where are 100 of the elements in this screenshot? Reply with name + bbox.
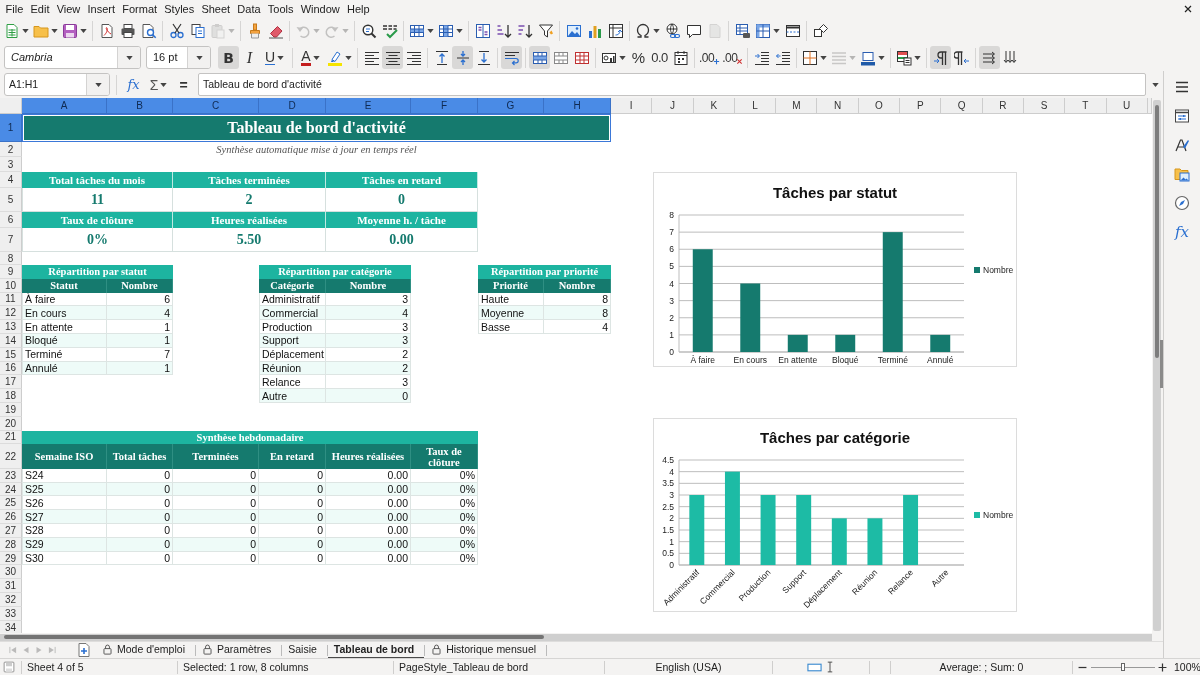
column-header[interactable]: B	[107, 98, 173, 114]
column-header[interactable]: F	[411, 98, 478, 114]
row-header[interactable]: 31	[0, 579, 22, 594]
column-header[interactable]: N	[817, 98, 859, 114]
zoom-in-button[interactable]	[1158, 661, 1168, 673]
merge-center-button[interactable]	[529, 46, 550, 69]
vertical-scrollbar[interactable]	[1153, 100, 1161, 631]
row-header[interactable]: 9	[0, 265, 22, 279]
row-header[interactable]: 7	[0, 228, 22, 252]
pilcrow-arrow-icon	[932, 49, 949, 66]
row-header[interactable]: 32	[0, 593, 22, 607]
menu-item[interactable]: Styles	[160, 0, 198, 17]
formula-button[interactable]: =	[173, 73, 194, 96]
sheet-tab[interactable]: Tableau de bord	[327, 641, 425, 659]
row-header[interactable]: 30	[0, 565, 22, 580]
table-cell: S27	[22, 510, 107, 525]
sheet-tab[interactable]: Saisie	[282, 641, 327, 659]
column-header[interactable]: P	[900, 98, 942, 114]
column-header[interactable]: R	[982, 98, 1024, 114]
column-header[interactable]: L	[734, 98, 777, 114]
dropdown-button[interactable]	[86, 74, 109, 95]
column-header[interactable]: A	[22, 98, 107, 114]
delete-decimal-button[interactable]: .00	[721, 46, 745, 69]
menu-item[interactable]: Sheet	[197, 0, 234, 17]
menu-item[interactable]: Edit	[26, 0, 54, 17]
menu-item[interactable]: Help	[343, 0, 374, 17]
row-header[interactable]: 2	[0, 142, 22, 157]
table-cell: 0	[107, 524, 173, 538]
row-header[interactable]: 12	[0, 306, 22, 321]
splitter-handle[interactable]	[1160, 340, 1163, 388]
sheet-tab[interactable]: Mode d'emploi	[96, 641, 195, 659]
column-header[interactable]: U	[1106, 98, 1148, 114]
row-header[interactable]: 27	[0, 524, 22, 538]
wrap-text-button[interactable]	[501, 46, 522, 69]
underline-button[interactable]: U	[260, 46, 289, 69]
column-header[interactable]: I	[611, 98, 653, 114]
kpi-label: Tâches terminées	[173, 172, 326, 188]
column-header[interactable]: M	[776, 98, 818, 114]
text-direction-button[interactable]	[979, 46, 1001, 69]
column-header[interactable]: S	[1023, 98, 1066, 114]
menu-item[interactable]: Tools	[264, 0, 298, 17]
column-header[interactable]: T	[1065, 98, 1107, 114]
menu-item[interactable]: File	[2, 0, 27, 17]
align-center-button[interactable]	[382, 46, 403, 69]
name-box[interactable]: A1:H1	[4, 73, 110, 96]
padlock-icon	[431, 643, 443, 655]
column-header[interactable]: O	[858, 98, 901, 114]
dropdown-button[interactable]	[187, 47, 210, 68]
add-sheet-button[interactable]	[76, 642, 92, 658]
left-to-right-button[interactable]	[930, 46, 952, 69]
row-header[interactable]: 26	[0, 510, 22, 525]
caret-icon	[849, 55, 857, 60]
column-header[interactable]: K	[693, 98, 735, 114]
sheet-tab[interactable]: Historique mensuel	[425, 641, 547, 659]
column-heading: Semaine ISO	[22, 444, 107, 469]
row-header[interactable]: 4	[0, 172, 22, 188]
functions-button[interactable]: fx	[1169, 217, 1195, 246]
column-header[interactable]: Q	[941, 98, 983, 114]
dropdown-button[interactable]	[117, 47, 140, 68]
zoom-slider-thumb[interactable]	[1121, 663, 1125, 671]
axis-label: 1	[669, 536, 674, 547]
row-header[interactable]: 25	[0, 496, 22, 511]
column-header[interactable]: C	[173, 98, 259, 114]
sum-button[interactable]: Σ	[144, 73, 173, 96]
menu-item[interactable]: View	[53, 0, 84, 17]
row-header[interactable]: 3	[0, 157, 22, 172]
bold-button[interactable]: B	[218, 46, 239, 69]
column-header[interactable]: E	[326, 98, 411, 114]
row-header[interactable]: 5	[0, 188, 22, 212]
percent-format-button[interactable]: %	[628, 46, 649, 69]
row-header[interactable]: 6	[0, 212, 22, 228]
menu-item[interactable]: Format	[118, 0, 161, 17]
font-size-field[interactable]: 16 pt	[146, 46, 211, 69]
column-header[interactable]: J	[652, 98, 694, 114]
row-header[interactable]: 13	[0, 320, 22, 334]
function-wizard-button[interactable]: fx	[123, 73, 144, 96]
row-header[interactable]: 1	[0, 114, 22, 142]
font-color-button[interactable]: A	[296, 46, 325, 69]
menu-item[interactable]: Insert	[83, 0, 119, 17]
scrollbar-thumb[interactable]	[1155, 105, 1159, 358]
column-header[interactable]: D	[259, 98, 326, 114]
formula-input[interactable]: Tableau de bord d'activité	[198, 73, 1146, 96]
row-header[interactable]: 22	[0, 444, 22, 469]
scrollbar-thumb[interactable]	[4, 635, 544, 639]
italic-button[interactable]: I	[239, 46, 260, 69]
sort-ascending-icon	[495, 22, 512, 39]
column-header[interactable]: G	[478, 98, 544, 114]
column-header[interactable]: H	[544, 98, 611, 114]
row-header[interactable]: 8	[0, 252, 22, 265]
horizontal-scrollbar[interactable]	[0, 633, 1152, 641]
row-header[interactable]: 17	[0, 375, 22, 390]
sheet-tab[interactable]: Paramètres	[195, 641, 282, 659]
table-cell: 0	[259, 510, 326, 525]
add-decimal-button[interactable]: .00	[698, 46, 722, 69]
menu-item[interactable]: Window	[297, 0, 344, 17]
caret-icon	[342, 28, 349, 33]
number-button[interactable]: 0.0	[649, 46, 670, 69]
font-name-field[interactable]: Cambria	[4, 46, 141, 69]
row-header[interactable]: 18	[0, 389, 22, 403]
menu-item[interactable]: Data	[233, 0, 265, 17]
